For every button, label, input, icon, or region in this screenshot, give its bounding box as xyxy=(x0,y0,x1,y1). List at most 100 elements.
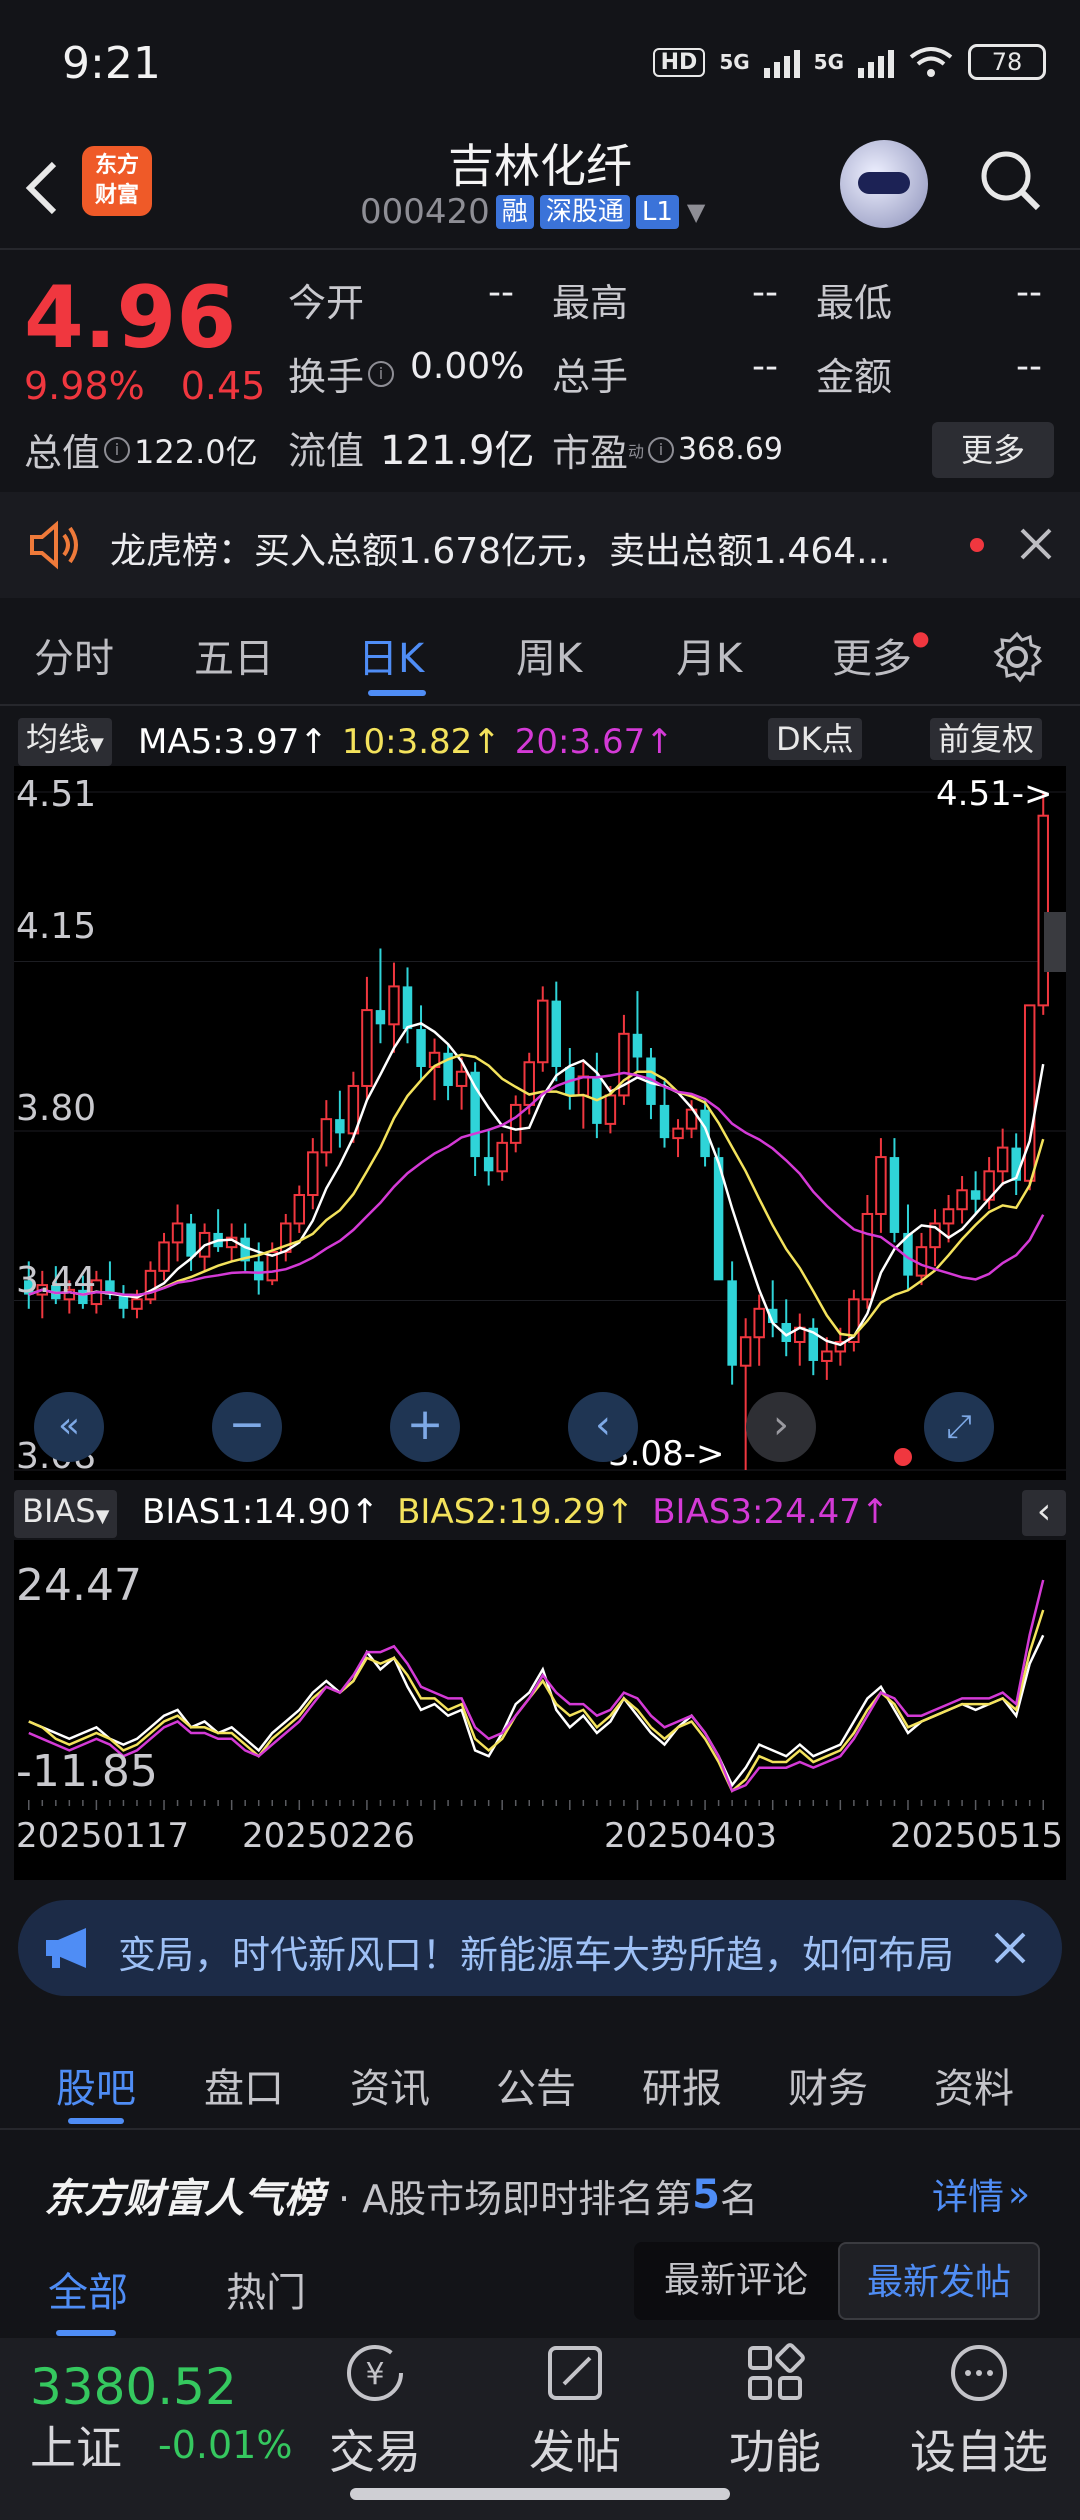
zoom-out-icon[interactable]: − xyxy=(212,1392,282,1462)
candle xyxy=(144,1261,157,1305)
total-value: 总值 i 122.0亿 xyxy=(24,422,258,477)
value-amount: -- xyxy=(1016,346,1042,387)
bias-legend-row: BIAS▼ BIAS1:14.90↑ BIAS2:19.29↑ BIAS3:24… xyxy=(0,1484,1080,1540)
candle-body xyxy=(1037,814,1049,1007)
candle xyxy=(632,991,643,1072)
close-icon[interactable] xyxy=(1018,526,1054,562)
tab-profile[interactable]: 资料 xyxy=(934,2056,1014,2114)
active-tab-indicator xyxy=(56,2330,116,2336)
robot-assistant-icon[interactable] xyxy=(840,140,928,228)
rewind-icon[interactable]: « xyxy=(34,1392,104,1462)
tab-all[interactable]: 全部 xyxy=(48,2260,128,2318)
candle-body xyxy=(483,1157,494,1172)
date-label-4: 20250515 xyxy=(890,1816,1064,1856)
candle xyxy=(509,1095,522,1153)
nav-post-label: 发帖 xyxy=(529,2425,621,2479)
candle-body xyxy=(131,1298,143,1310)
active-tab-indicator xyxy=(368,690,426,696)
nav-add-watchlist[interactable]: 设自选 xyxy=(904,2338,1054,2482)
turnover-text: 换手 xyxy=(288,355,365,399)
ma20-value: 20:3.67↑ xyxy=(514,722,674,762)
candle-body xyxy=(996,1146,1009,1173)
adjust-select[interactable]: 前复权 xyxy=(930,718,1043,760)
candle-body xyxy=(171,1222,184,1244)
candle xyxy=(213,1209,223,1252)
tab-announcements[interactable]: 公告 xyxy=(496,2056,576,2114)
float-number: 121.9亿 xyxy=(380,428,535,474)
fullscreen-icon[interactable]: ⤢ xyxy=(924,1392,994,1462)
tab-pankou[interactable]: 盘口 xyxy=(204,2056,284,2114)
kline-svg[interactable] xyxy=(14,766,1066,1480)
tab-research[interactable]: 研报 xyxy=(642,2056,722,2114)
value-high: -- xyxy=(752,272,778,313)
candle-body xyxy=(293,1194,306,1225)
tab-hot[interactable]: 热门 xyxy=(226,2260,306,2318)
battery-icon: 78 xyxy=(968,44,1046,80)
tab-intraday[interactable]: 分时 xyxy=(34,626,114,684)
dragon-tiger-bar[interactable]: 龙虎榜：买入总额1.678亿元，卖出总额1.464... xyxy=(0,492,1080,598)
candle xyxy=(781,1299,791,1357)
tab-more[interactable]: 更多● xyxy=(832,626,929,684)
index-widget[interactable]: 3380.52 上证 -0.01% xyxy=(30,2358,292,2478)
nav-functions[interactable]: 功能 xyxy=(700,2338,850,2482)
candle-body xyxy=(659,1104,670,1139)
gear-icon[interactable] xyxy=(990,630,1044,684)
dk-point-button[interactable]: DK点 xyxy=(768,718,862,760)
more-button[interactable]: 更多 xyxy=(932,422,1054,478)
rank-detail-link[interactable]: 详情» xyxy=(932,2168,1030,2220)
active-tab-indicator xyxy=(68,2118,124,2124)
ma-select-label: 均线 xyxy=(26,720,91,758)
banner-text: 变局，时代新风口！新能源车大势所趋，如何布局 xyxy=(118,1933,955,1977)
scroll-handle[interactable] xyxy=(1044,912,1066,972)
candle-body xyxy=(632,1033,643,1058)
collapse-icon[interactable]: ‹ xyxy=(1022,1490,1066,1536)
change-amount: 0.45 xyxy=(180,364,266,408)
stock-code-row[interactable]: 000420 融 深股通 L1 ▼ xyxy=(360,192,705,232)
close-icon[interactable] xyxy=(992,1930,1028,1966)
date-label-1: 20250117 xyxy=(16,1816,190,1856)
float-value: 流值 121.9亿 xyxy=(288,418,535,476)
tab-more-label: 更多 xyxy=(832,636,912,682)
candle xyxy=(483,1128,494,1186)
candle-body xyxy=(253,1261,264,1281)
ma-select[interactable]: 均线▼ xyxy=(18,718,112,766)
bias-chart[interactable]: 24.47 -11.85 xyxy=(14,1540,1066,1800)
candle xyxy=(1037,792,1049,1015)
search-icon[interactable] xyxy=(978,148,1042,212)
tab-news[interactable]: 资讯 xyxy=(350,2056,430,2114)
bias-select[interactable]: BIAS▼ xyxy=(14,1490,118,1538)
news-banner[interactable]: 变局，时代新风口！新能源车大势所趋，如何布局 xyxy=(18,1900,1062,1996)
tab-daily-k[interactable]: 日K xyxy=(358,626,424,684)
tab-monthly-k[interactable]: 月K xyxy=(676,626,742,684)
nav-post[interactable]: 发帖 xyxy=(500,2338,650,2482)
candle xyxy=(889,1138,900,1243)
candle-body xyxy=(1023,1004,1036,1182)
nav-trade[interactable]: ¥ 交易 xyxy=(300,2338,450,2482)
pan-left-icon[interactable]: ‹ xyxy=(568,1392,638,1462)
trade-icon: ¥ xyxy=(347,2345,403,2401)
pe-number: 368.69 xyxy=(678,432,784,467)
kline-chart[interactable]: 4.51 4.15 3.80 3.44 3.08 4.51-> 3.08-> «… xyxy=(14,766,1066,1480)
candle-body xyxy=(889,1157,900,1233)
candle xyxy=(727,1261,737,1385)
tab-finance[interactable]: 财务 xyxy=(788,2056,868,2114)
nav-add-watchlist-label: 设自选 xyxy=(910,2425,1048,2479)
info-icon[interactable]: i xyxy=(648,436,675,463)
bias-svg[interactable] xyxy=(14,1540,1066,1800)
tab-weekly-k[interactable]: 周K xyxy=(516,626,582,684)
tab-five-day[interactable]: 五日 xyxy=(194,626,274,684)
popularity-rank[interactable]: 东方财富人气榜 · A股市场即时排名第 5 名 详情» xyxy=(0,2132,1080,2242)
pan-right-icon[interactable]: › xyxy=(746,1392,816,1462)
tab-guba[interactable]: 股吧 xyxy=(56,2056,136,2114)
info-icon[interactable]: i xyxy=(104,436,131,463)
candle xyxy=(1023,1004,1036,1191)
zoom-in-icon[interactable]: + xyxy=(390,1392,460,1462)
y-label-4: 3.44 xyxy=(16,1260,97,1301)
candle xyxy=(388,962,400,1053)
sort-latest-comment[interactable]: 最新评论 xyxy=(634,2242,838,2320)
megaphone-icon xyxy=(46,1928,86,1968)
candle-body xyxy=(523,1061,535,1106)
candle xyxy=(443,1043,453,1101)
info-icon[interactable]: i xyxy=(368,360,395,387)
sort-latest-post[interactable]: 最新发帖 xyxy=(838,2242,1040,2320)
